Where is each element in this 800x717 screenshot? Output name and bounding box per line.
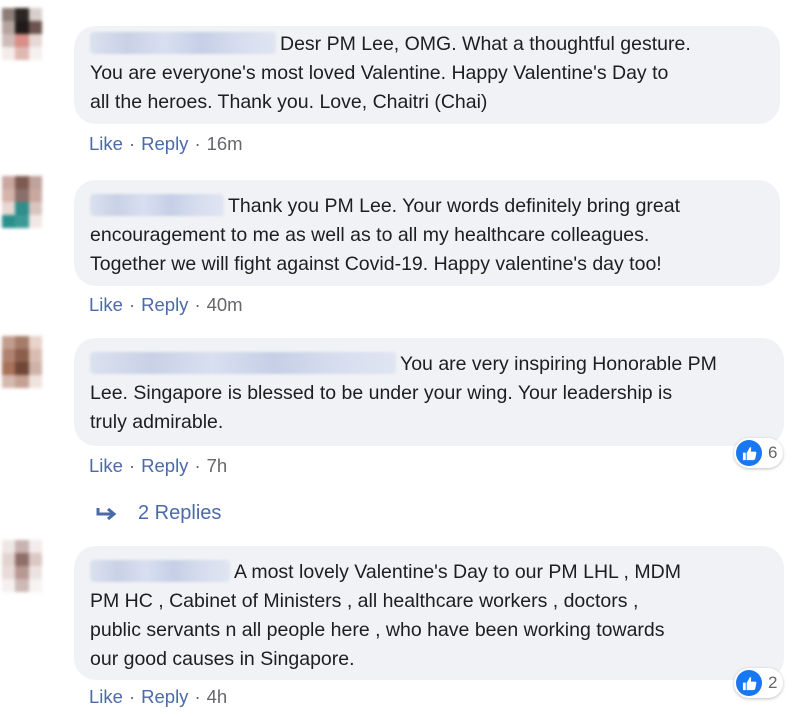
reply-link[interactable]: Reply	[141, 455, 188, 476]
avatar[interactable]	[2, 540, 42, 592]
reaction-number: 2	[768, 673, 778, 692]
comment-bubble: Desr PM Lee, OMG. What a thoughtful gest…	[74, 26, 780, 124]
avatar[interactable]	[2, 336, 42, 388]
like-link[interactable]: Like	[89, 294, 123, 315]
avatar[interactable]	[2, 176, 42, 228]
reaction-count[interactable]: 6	[734, 438, 784, 468]
timestamp[interactable]: 16m	[207, 133, 243, 154]
comment-actions: Like · Reply · 40m	[89, 294, 243, 315]
avatar[interactable]	[2, 8, 42, 60]
comment-actions: Like · Reply · 7h	[89, 455, 228, 476]
reaction-count[interactable]: 2	[734, 668, 784, 698]
commenter-name-redacted[interactable]	[90, 31, 276, 54]
timestamp[interactable]: 4h	[207, 686, 228, 707]
reaction-number: 6	[768, 443, 778, 462]
commenter-name-redacted[interactable]	[90, 351, 396, 374]
comment-bubble: You are very inspiring Honorable PM Lee.…	[74, 338, 784, 446]
comment-text: You are very inspiring Honorable PM Lee.…	[90, 342, 768, 437]
comment-text: Thank you PM Lee. Your words definitely …	[90, 184, 764, 279]
thumbs-up-icon	[736, 670, 762, 696]
reply-arrow-icon	[96, 506, 118, 522]
comment-text: Desr PM Lee, OMG. What a thoughtful gest…	[90, 30, 764, 117]
reply-link[interactable]: Reply	[141, 294, 188, 315]
like-link[interactable]: Like	[89, 455, 123, 476]
comment-actions: Like · Reply · 16m	[89, 133, 243, 154]
commenter-name-redacted[interactable]	[90, 193, 224, 216]
comment-bubble: A most lovely Valentine's Day to our PM …	[74, 546, 784, 680]
commenter-name-redacted[interactable]	[90, 559, 230, 582]
comment-bubble: Thank you PM Lee. Your words definitely …	[74, 180, 780, 286]
like-link[interactable]: Like	[89, 133, 123, 154]
thumbs-up-icon	[736, 440, 762, 466]
view-replies-link[interactable]: 2 Replies	[96, 502, 221, 525]
replies-count-label[interactable]: 2 Replies	[138, 502, 221, 525]
reply-link[interactable]: Reply	[141, 133, 188, 154]
comment-text: A most lovely Valentine's Day to our PM …	[90, 550, 768, 674]
timestamp[interactable]: 7h	[207, 455, 228, 476]
timestamp[interactable]: 40m	[207, 294, 243, 315]
reply-link[interactable]: Reply	[141, 686, 188, 707]
like-link[interactable]: Like	[89, 686, 123, 707]
comment-actions: Like · Reply · 4h	[89, 686, 228, 707]
